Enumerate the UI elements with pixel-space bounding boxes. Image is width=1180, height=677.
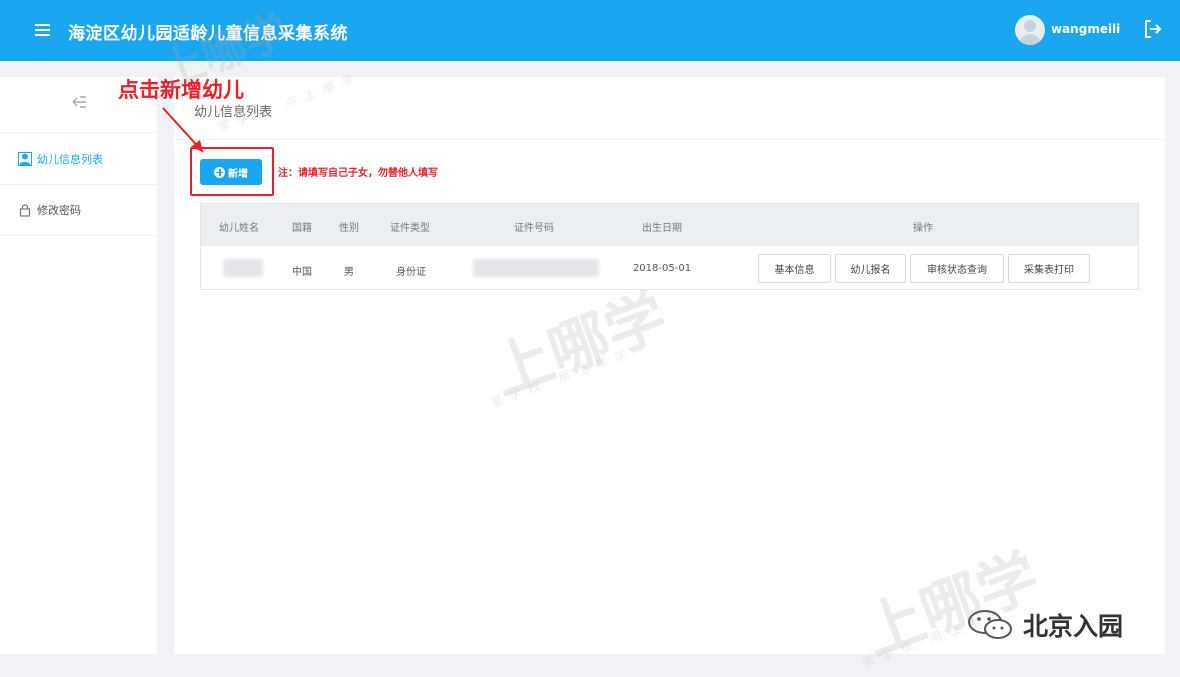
panel-header: 幼儿信息列表	[174, 77, 1165, 140]
sidebar-item-label: 幼儿信息列表	[37, 152, 103, 166]
top-navbar: 海淀区幼儿园适龄儿童信息采集系统 wangmeili	[0, 0, 1180, 61]
child-enroll-button[interactable]: 幼儿报名	[835, 254, 906, 283]
add-button-label: 新增	[228, 168, 248, 180]
name-redacted	[223, 259, 263, 277]
logout-icon[interactable]	[1142, 18, 1164, 40]
print-form-button[interactable]: 采集表打印	[1008, 254, 1090, 283]
basic-info-button[interactable]: 基本信息	[758, 254, 831, 283]
cell-id-type: 身份证	[396, 267, 426, 278]
header-name: 幼儿姓名	[219, 223, 259, 234]
avatar[interactable]	[1015, 15, 1045, 45]
main-panel: 幼儿信息列表 新增 注：请填写自己子女，勿替他人填写 幼儿姓名 国籍 性别 证件…	[174, 77, 1165, 654]
plus-circle-icon	[214, 166, 225, 178]
sidebar-item-child-list[interactable]: 幼儿信息列表	[0, 132, 157, 184]
header-actions: 操作	[913, 223, 933, 234]
username[interactable]: wangmeili	[1051, 22, 1120, 36]
hamburger-icon[interactable]	[35, 24, 50, 36]
child-icon	[18, 151, 32, 166]
header-nationality: 国籍	[292, 223, 312, 234]
sidebar-item-label: 修改密码	[37, 204, 81, 217]
add-child-button[interactable]: 新增	[200, 159, 262, 185]
sidebar: 幼儿信息列表 修改密码	[0, 77, 157, 654]
sidebar-item-change-password[interactable]: 修改密码	[0, 184, 157, 236]
header-id-number: 证件号码	[514, 223, 554, 234]
cell-nationality: 中国	[292, 267, 312, 278]
header-gender: 性别	[339, 223, 359, 234]
table-header: 幼儿姓名 国籍 性别 证件类型 证件号码 出生日期 操作	[201, 204, 1138, 246]
arrow-collapse-icon[interactable]	[70, 94, 88, 110]
cell-gender: 男	[344, 267, 354, 278]
wechat-icon	[968, 610, 1012, 639]
id-number-redacted	[473, 259, 599, 277]
header-birth-date: 出生日期	[642, 223, 682, 234]
review-status-button[interactable]: 审核状态查询	[910, 254, 1004, 283]
lock-icon	[19, 204, 31, 217]
cell-birth-date: 2018-05-01	[632, 263, 692, 274]
notice-text: 注：请填写自己子女，勿替他人填写	[278, 168, 438, 179]
header-id-type: 证件类型	[390, 223, 430, 234]
wechat-badge: 北京入园	[965, 605, 1123, 645]
app-title: 海淀区幼儿园适龄儿童信息采集系统	[68, 24, 348, 44]
child-table: 幼儿姓名 国籍 性别 证件类型 证件号码 出生日期 操作 中国 男 身份证 20…	[200, 203, 1139, 290]
annotation-arrow-icon	[162, 107, 204, 153]
badge-text: 北京入园	[1023, 612, 1124, 641]
